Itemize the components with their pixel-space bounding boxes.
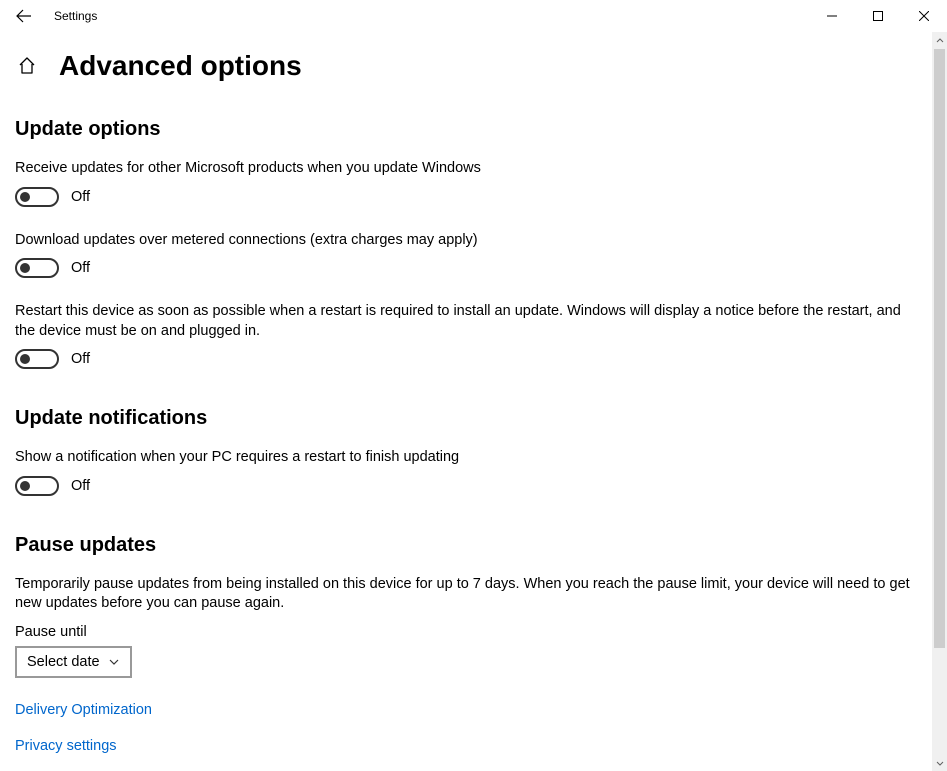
toggle-restart-notification[interactable] <box>15 476 59 496</box>
scroll-up-button[interactable] <box>932 32 947 49</box>
toggle-metered-connections[interactable] <box>15 258 59 278</box>
link-privacy-settings[interactable]: Privacy settings <box>15 738 917 754</box>
vertical-scrollbar[interactable] <box>932 32 947 771</box>
setting-desc: Show a notification when your PC require… <box>15 448 915 468</box>
page-header: Advanced options <box>15 50 917 82</box>
content-area: Advanced options Update options Receive … <box>0 32 932 771</box>
maximize-icon <box>873 11 883 21</box>
pause-until-select[interactable]: Select date <box>15 646 132 678</box>
minimize-icon <box>827 11 837 21</box>
titlebar: Settings <box>0 0 947 32</box>
back-button[interactable] <box>8 0 40 32</box>
minimize-button[interactable] <box>809 0 855 32</box>
chevron-up-icon <box>936 37 944 45</box>
toggle-row: Off <box>15 476 917 496</box>
toggle-state-label: Off <box>71 478 90 494</box>
toggle-state-label: Off <box>71 260 90 276</box>
home-button[interactable] <box>17 56 37 76</box>
maximize-button[interactable] <box>855 0 901 32</box>
scroll-track[interactable] <box>932 49 947 754</box>
chevron-down-icon <box>108 656 120 668</box>
scroll-down-button[interactable] <box>932 754 947 771</box>
toggle-state-label: Off <box>71 189 90 205</box>
toggle-row: Off <box>15 349 917 369</box>
setting-desc: Download updates over metered connection… <box>15 231 915 251</box>
chevron-down-icon <box>936 759 944 767</box>
section-heading-update-notifications: Update notifications <box>15 407 917 430</box>
toggle-row: Off <box>15 258 917 278</box>
scroll-thumb[interactable] <box>934 49 945 648</box>
select-value: Select date <box>27 654 100 670</box>
close-button[interactable] <box>901 0 947 32</box>
section-heading-update-options: Update options <box>15 118 917 141</box>
toggle-restart-asap[interactable] <box>15 349 59 369</box>
section-heading-pause-updates: Pause updates <box>15 534 917 557</box>
toggle-receive-other-products[interactable] <box>15 187 59 207</box>
setting-desc: Restart this device as soon as possible … <box>15 302 915 341</box>
close-icon <box>919 11 929 21</box>
page-title: Advanced options <box>59 50 302 82</box>
window-title: Settings <box>54 9 97 23</box>
arrow-left-icon <box>16 8 32 24</box>
setting-desc: Receive updates for other Microsoft prod… <box>15 159 915 179</box>
setting-desc: Temporarily pause updates from being ins… <box>15 575 915 614</box>
toggle-state-label: Off <box>71 351 90 367</box>
pause-until-label: Pause until <box>15 624 917 640</box>
link-delivery-optimization[interactable]: Delivery Optimization <box>15 702 917 718</box>
home-icon <box>17 56 37 76</box>
toggle-row: Off <box>15 187 917 207</box>
